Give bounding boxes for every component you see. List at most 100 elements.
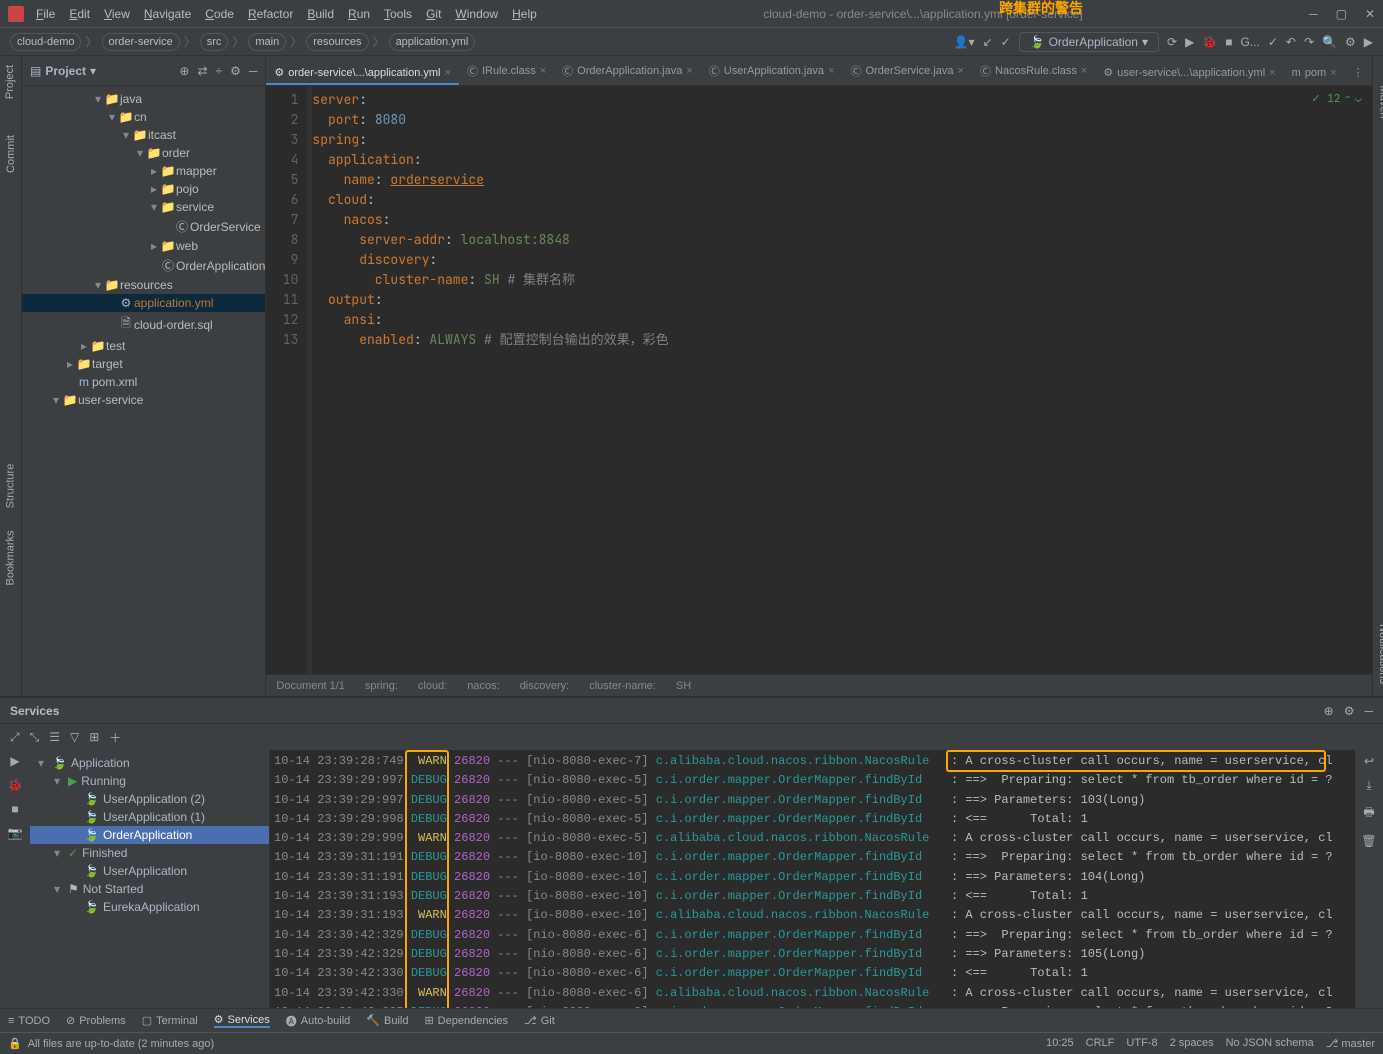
menu-git[interactable]: Git — [426, 7, 441, 21]
code-crumb[interactable]: spring: — [365, 680, 398, 692]
notifications-tool-button[interactable]: Notifications — [1377, 624, 1383, 684]
code-crumb[interactable]: discovery: — [520, 680, 570, 692]
soft-wrap-icon[interactable]: ↩ — [1364, 754, 1374, 768]
chevron-down-icon[interactable]: ▾ — [90, 64, 96, 78]
svc-not-started[interactable]: ▾⚑Not Started — [30, 880, 269, 898]
status-item[interactable]: 2 spaces — [1170, 1037, 1214, 1050]
forward-nav-icon[interactable]: ↷ — [1304, 35, 1314, 49]
expand-icon[interactable]: ⇄ — [197, 64, 207, 78]
tree-item-itcast[interactable]: ▾📁itcast — [22, 126, 265, 144]
print-icon[interactable]: 🖶 — [1363, 803, 1374, 824]
crumb-1[interactable]: order-service — [102, 33, 180, 51]
bottom-tab-todo[interactable]: ≡TODO — [8, 1015, 50, 1027]
code-crumb[interactable]: cloud: — [418, 680, 447, 692]
bottom-tab-auto-build[interactable]: 🅐Auto-build — [286, 1013, 351, 1029]
svc-application[interactable]: ▾🍃Application — [30, 754, 269, 772]
tree-item-java[interactable]: ▾📁java — [22, 90, 265, 108]
tree-item-orderapplication[interactable]: ⒸOrderApplication — [22, 255, 265, 276]
structure-tool-button[interactable]: Structure — [5, 464, 17, 509]
tree-item-user-service[interactable]: ▾📁user-service — [22, 391, 265, 409]
crumb-4[interactable]: resources — [306, 33, 368, 51]
camera-icon[interactable]: 📷 — [8, 826, 23, 840]
hide-icon[interactable]: ─ — [249, 64, 258, 78]
tab-orderservice-java[interactable]: ⒸOrderService.java× — [843, 59, 972, 85]
debug-icon[interactable]: 🐞 — [1202, 35, 1217, 49]
run-config-selector[interactable]: 🍃 OrderApplication ▾ — [1019, 32, 1159, 52]
status-item[interactable]: 10:25 — [1046, 1037, 1074, 1050]
clear-icon[interactable]: 🗑 — [1361, 834, 1376, 848]
stop-icon[interactable]: ■ — [1225, 35, 1232, 49]
tree-item-web[interactable]: ▸📁web — [22, 237, 265, 255]
tab-pom[interactable]: mpom× — [1284, 63, 1345, 85]
collapse-icon[interactable]: ÷ — [216, 64, 223, 78]
tab-order-service-application-yml[interactable]: ⚙order-service\...\application.yml× — [266, 62, 459, 85]
code-crumb[interactable]: cluster-name: — [589, 680, 656, 692]
scroll-end-icon[interactable]: ⤓ — [1366, 778, 1371, 793]
menu-navigate[interactable]: Navigate — [144, 7, 191, 21]
crumb-2[interactable]: src — [200, 33, 229, 51]
menu-edit[interactable]: Edit — [69, 7, 90, 21]
svc-userapplication-1-[interactable]: 🍃UserApplication (1) — [30, 808, 269, 826]
svc-userapplication-2-[interactable]: 🍃UserApplication (2) — [30, 790, 269, 808]
menu-tools[interactable]: Tools — [384, 7, 412, 21]
target-icon[interactable]: ⊕ — [1324, 704, 1334, 718]
code-crumb[interactable]: nacos: — [467, 680, 499, 692]
maven-tool-button[interactable]: Maven — [1377, 85, 1383, 118]
maximize-icon[interactable]: ▢ — [1336, 7, 1347, 21]
menu-build[interactable]: Build — [307, 7, 334, 21]
tree-item-resources[interactable]: ▾📁resources — [22, 276, 265, 294]
commit-icon[interactable]: ✓ — [1001, 35, 1011, 49]
tree-item-order[interactable]: ▾📁order — [22, 144, 265, 162]
services-tree[interactable]: ▾🍃Application▾▶Running🍃UserApplication (… — [30, 750, 270, 1008]
status-item[interactable]: CRLF — [1086, 1037, 1115, 1050]
code-editor[interactable]: ✓ 12 ⌃ ⌄ 12345678910111213 server: port:… — [266, 86, 1371, 674]
tree-item-application-yml[interactable]: ⚙application.yml — [22, 294, 265, 312]
tab-userapplication-java[interactable]: ⒸUserApplication.java× — [701, 59, 843, 85]
user-icon[interactable]: 👤▾ — [954, 35, 975, 49]
reload-icon[interactable]: ⟳ — [1167, 35, 1177, 49]
close-icon[interactable]: ✕ — [1365, 7, 1375, 21]
bookmarks-tool-button[interactable]: Bookmarks — [5, 530, 17, 585]
tree-item-pom-xml[interactable]: mpom.xml — [22, 373, 265, 391]
bottom-tab-services[interactable]: ⚙Services — [214, 1013, 270, 1028]
gear-icon[interactable]: ⚙ — [230, 64, 241, 78]
bottom-tab-problems[interactable]: ⊘Problems — [66, 1014, 126, 1027]
update-icon[interactable]: ↙ — [983, 35, 993, 49]
tree-item-cloud-order-sql[interactable]: 🗎cloud-order.sql — [22, 312, 265, 337]
menu-help[interactable]: Help — [512, 7, 537, 21]
bottom-tab-build[interactable]: 🔨Build — [366, 1014, 408, 1027]
project-tool-button[interactable]: Project — [5, 65, 17, 99]
crumb-3[interactable]: main — [248, 33, 286, 51]
tab-irule-class[interactable]: ⒸIRule.class× — [459, 59, 554, 85]
crumb-5[interactable]: application.yml — [389, 33, 476, 51]
menu-run[interactable]: Run — [348, 7, 370, 21]
menu-code[interactable]: Code — [205, 7, 234, 21]
svc-orderapplication[interactable]: 🍃OrderApplication — [30, 826, 269, 844]
code-crumb[interactable]: SH — [676, 680, 691, 692]
svc-eurekaapplication[interactable]: 🍃EurekaApplication — [30, 898, 269, 916]
gear-icon[interactable]: ⚙ — [1344, 704, 1355, 718]
debug-svc-icon[interactable]: 🐞 — [8, 778, 23, 792]
console-output[interactable]: 10-14 23:39:28:749 WARN 26820 --- [nio-8… — [270, 750, 1355, 1008]
breadcrumb-bar[interactable]: Document 1/1 spring: cloud: nacos: discovery… — [266, 674, 1371, 696]
play-icon[interactable]: ▶ — [1364, 35, 1373, 49]
status-item[interactable]: No JSON schema — [1226, 1037, 1314, 1050]
git-icon[interactable]: G... — [1241, 35, 1260, 49]
tree-item-pojo[interactable]: ▸📁pojo — [22, 180, 265, 198]
tree-item-cn[interactable]: ▾📁cn — [22, 108, 265, 126]
stop-svc-icon[interactable]: ■ — [11, 802, 18, 816]
status-item[interactable]: UTF-8 — [1126, 1037, 1157, 1050]
svc-finished[interactable]: ▾✓Finished — [30, 844, 269, 862]
tree-item-mapper[interactable]: ▸📁mapper — [22, 162, 265, 180]
code-crumb[interactable]: Document 1/1 — [276, 680, 344, 692]
bottom-tab-terminal[interactable]: ▢Terminal — [142, 1014, 198, 1027]
svc-userapplication[interactable]: 🍃UserApplication — [30, 862, 269, 880]
menu-window[interactable]: Window — [455, 7, 498, 21]
tree-item-orderservice[interactable]: ⒸOrderService — [22, 216, 265, 237]
tabs-more[interactable]: ⋮ — [1345, 62, 1372, 85]
tab-orderapplication-java[interactable]: ⒸOrderApplication.java× — [554, 59, 701, 85]
commit-tool-button[interactable]: Commit — [5, 135, 17, 173]
settings-icon[interactable]: ⚙ — [1345, 35, 1356, 49]
status-item[interactable]: ⎇ master — [1326, 1037, 1375, 1050]
tree-item-service[interactable]: ▾📁service — [22, 198, 265, 216]
